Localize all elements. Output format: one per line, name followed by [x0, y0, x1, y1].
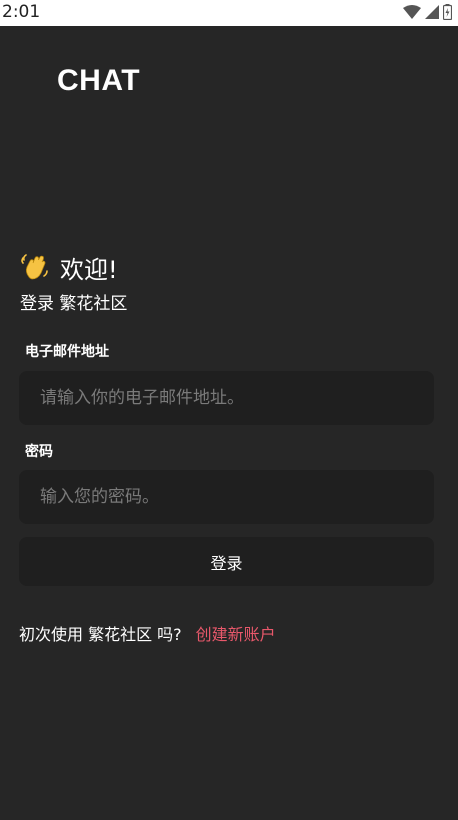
waving-hand-icon [21, 254, 48, 280]
create-account-link[interactable]: 创建新账户 [196, 621, 276, 645]
login-subtitle: 登录 繁花社区 [20, 294, 128, 314]
status-bar: 2:01 [0, 0, 458, 26]
email-field[interactable] [19, 371, 434, 425]
battery-icon [443, 4, 452, 20]
login-button[interactable]: 登录 [19, 537, 434, 586]
status-time: 2:01 [2, 2, 41, 22]
status-icons [403, 2, 452, 22]
password-label: 密码 [25, 444, 53, 460]
password-field[interactable] [19, 470, 434, 524]
welcome-header: 欢迎! [20, 250, 118, 284]
app-logo: CHAT [57, 64, 141, 97]
welcome-title: 欢迎! [60, 255, 118, 284]
email-label: 电子邮件地址 [25, 344, 109, 360]
wifi-icon [403, 5, 421, 19]
signal-icon [425, 5, 439, 19]
signup-prompt-row: 初次使用 繁花社区 吗? 创建新账户 [19, 621, 276, 645]
signup-prompt: 初次使用 繁花社区 吗? [19, 625, 182, 644]
